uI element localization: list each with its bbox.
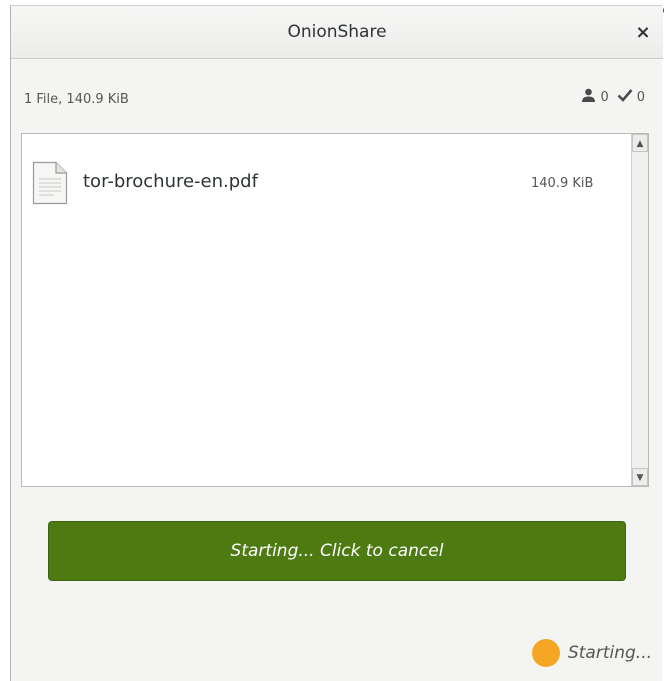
scroll-up-icon[interactable]: ▲ <box>632 134 648 152</box>
file-list[interactable]: tor-brochure-en.pdf 140.9 KiB ▲ ▼ <box>21 133 649 487</box>
checkmark-icon <box>617 88 633 106</box>
title-bar: OnionShare × <box>11 6 663 59</box>
file-size: 140.9 KiB <box>531 176 594 191</box>
list-item[interactable]: tor-brochure-en.pdf 140.9 KiB <box>22 134 628 205</box>
scroll-down-icon[interactable]: ▼ <box>632 468 648 486</box>
document-icon <box>32 161 68 205</box>
close-icon[interactable]: × <box>631 21 655 45</box>
transfer-counters: 0 0 <box>581 88 649 106</box>
completed-count: 0 <box>636 89 645 105</box>
status-indicator-icon <box>531 639 560 667</box>
file-name: tor-brochure-en.pdf <box>83 171 258 192</box>
file-summary: 1 File, 140.9 KiB <box>24 92 129 107</box>
onionshare-window: OnionShare × 1 File, 140.9 KiB 0 0 tor-b… <box>10 5 663 681</box>
person-icon <box>581 88 596 106</box>
scrollbar[interactable]: ▲ ▼ <box>631 134 648 486</box>
start-cancel-button[interactable]: Starting... Click to cancel <box>48 521 626 581</box>
info-row: 1 File, 140.9 KiB 0 0 <box>11 59 663 135</box>
status-bar: Starting... <box>531 639 652 667</box>
status-text: Starting... <box>567 643 652 663</box>
downloads-count: 0 <box>600 89 609 105</box>
window-title: OnionShare <box>287 22 387 42</box>
